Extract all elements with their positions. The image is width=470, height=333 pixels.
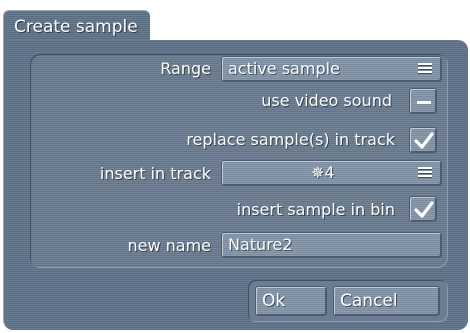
dash-icon (417, 101, 431, 104)
insert-in-bin-checkbox[interactable] (409, 196, 437, 222)
range-label: Range (160, 59, 211, 78)
new-name-input[interactable]: Nature2 (221, 232, 442, 258)
checkmark-icon (414, 201, 434, 218)
menu-icon (418, 167, 432, 177)
new-name-value: Nature2 (228, 235, 293, 254)
checkmark-icon (414, 132, 434, 149)
ok-button[interactable]: Ok (255, 286, 327, 316)
range-value: active sample (228, 59, 340, 78)
cancel-button[interactable]: Cancel (333, 286, 440, 316)
replace-samples-label: replace sample(s) in track (186, 130, 395, 149)
ok-button-label: Ok (262, 291, 286, 311)
menu-icon (418, 63, 432, 73)
dialog-title: Create sample (14, 17, 138, 37)
insert-in-bin-label: insert sample in bin (236, 200, 395, 219)
new-name-label: new name (127, 236, 211, 255)
insert-in-track-value: ✵4 (311, 163, 335, 182)
range-select[interactable]: active sample (221, 56, 442, 82)
replace-samples-checkbox[interactable] (409, 127, 437, 153)
insert-in-track-select[interactable]: ✵4 (221, 160, 442, 186)
cancel-button-label: Cancel (340, 291, 398, 311)
use-video-sound-label: use video sound (261, 91, 392, 110)
dialog-title-tab: Create sample (3, 10, 150, 43)
insert-in-track-label: insert in track (99, 164, 211, 183)
create-sample-dialog: Create sample Range active sample use vi… (0, 0, 470, 333)
use-video-sound-checkbox[interactable] (409, 88, 437, 114)
